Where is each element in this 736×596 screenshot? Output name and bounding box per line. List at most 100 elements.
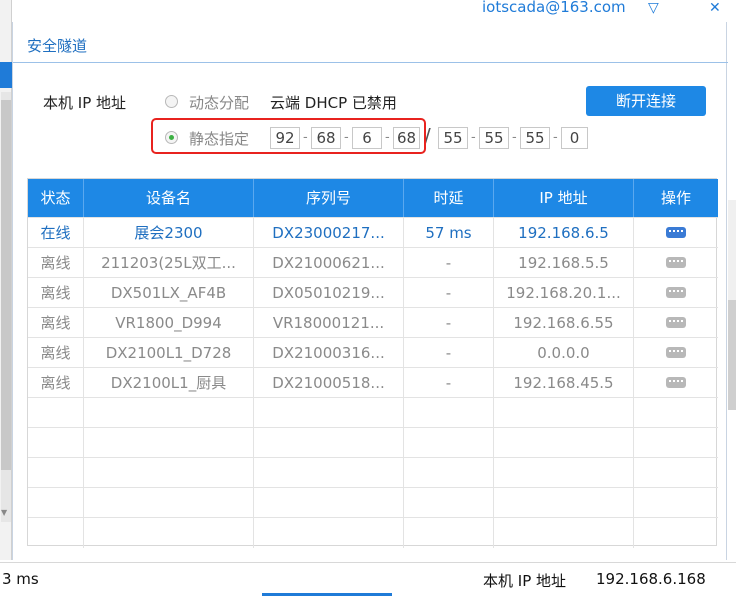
empty-row (28, 427, 718, 458)
empty-cell (254, 518, 404, 548)
row-action-cell (634, 278, 718, 308)
row-ip: 192.168.6.55 (494, 308, 634, 338)
row-serial: DX23000217... (254, 218, 404, 248)
title-divider (13, 62, 728, 63)
col-action[interactable]: 操作 (634, 179, 718, 217)
connect-port-icon[interactable] (666, 287, 686, 298)
mask-separator-dash: - (471, 130, 476, 145)
row-latency: 57 ms (404, 218, 494, 248)
empty-cell (28, 488, 84, 518)
background-tab (0, 62, 12, 88)
empty-cell (28, 518, 84, 548)
background-app-right (727, 0, 736, 560)
row-ip: 0.0.0.0 (494, 338, 634, 368)
row-latency: - (404, 368, 494, 398)
row-status: 离线 (28, 338, 84, 368)
row-latency: - (404, 278, 494, 308)
row-serial: DX21000621... (254, 248, 404, 278)
row-device-name: DX2100L1_D728 (84, 338, 254, 368)
connect-port-icon[interactable] (666, 377, 686, 388)
dhcp-status: 云端 DHCP 已禁用 (270, 94, 397, 112)
empty-cell (84, 488, 254, 518)
top-bar: iotscada@163.com ▽ ✕ (12, 0, 727, 22)
empty-row (28, 517, 718, 548)
row-status: 离线 (28, 308, 84, 338)
chevron-down-icon[interactable]: ▽ (648, 0, 659, 16)
row-action-cell (634, 308, 718, 338)
row-latency: - (404, 308, 494, 338)
dynamic-radio[interactable] (165, 95, 178, 108)
mask-octet-1[interactable]: 55 (438, 127, 468, 149)
row-ip: 192.168.45.5 (494, 368, 634, 398)
col-status[interactable]: 状态 (28, 179, 84, 217)
table-row[interactable]: 离线 DX2100L1_D728 DX21000316... - 0.0.0.0 (28, 337, 718, 368)
row-serial: DX05010219... (254, 278, 404, 308)
row-action-cell (634, 338, 718, 368)
empty-cell (404, 428, 494, 458)
row-device-name: DX501LX_AF4B (84, 278, 254, 308)
table-row[interactable]: 离线 VR1800_D994 VR18000121... - 192.168.6… (28, 307, 718, 338)
table-row[interactable]: 离线 DX501LX_AF4B DX05010219... - 192.168.… (28, 277, 718, 308)
connect-port-icon[interactable] (666, 257, 686, 268)
status-local-ip-label: 本机 IP 地址 (483, 572, 567, 590)
status-local-ip: 192.168.6.168 (596, 570, 706, 588)
table-header: 状态 设备名 序列号 时延 IP 地址 操作 (28, 179, 718, 217)
empty-cell (404, 398, 494, 428)
mask-separator-dash: - (553, 130, 558, 145)
empty-cell (494, 518, 634, 548)
empty-cell (254, 458, 404, 488)
empty-cell (254, 398, 404, 428)
empty-row (28, 457, 718, 488)
row-device-name: 展会2300 (84, 218, 254, 248)
empty-row (28, 397, 718, 428)
status-bar: 3 ms 本机 IP 地址 192.168.6.168 (0, 562, 736, 596)
row-status: 离线 (28, 278, 84, 308)
connect-port-icon[interactable] (666, 317, 686, 328)
row-ip: 192.168.6.5 (494, 218, 634, 248)
disconnect-button[interactable]: 断开连接 (586, 86, 706, 116)
mask-separator-dash: - (512, 130, 517, 145)
scroll-down-icon[interactable]: ▼ (1, 508, 7, 517)
secure-tunnel-dialog: 安全隧道 本机 IP 地址 动态分配 云端 DHCP 已禁用 断开连接 静态指定… (12, 22, 728, 560)
empty-cell (494, 488, 634, 518)
empty-cell (404, 458, 494, 488)
col-device-name[interactable]: 设备名 (84, 179, 254, 217)
row-action-cell (634, 248, 718, 278)
close-icon[interactable]: ✕ (709, 0, 721, 16)
right-scrollbar-thumb[interactable] (728, 300, 736, 410)
row-device-name: VR1800_D994 (84, 308, 254, 338)
empty-cell (494, 428, 634, 458)
col-latency[interactable]: 时延 (404, 179, 494, 217)
local-ip-label: 本机 IP 地址 (43, 94, 127, 112)
table-row[interactable]: 离线 211203(25L双工... DX21000621... - 192.1… (28, 247, 718, 278)
table-row[interactable]: 离线 DX2100L1_厨具 DX21000518... - 192.168.4… (28, 367, 718, 398)
mask-octet-4[interactable]: 0 (561, 127, 588, 149)
device-table: 状态 设备名 序列号 时延 IP 地址 操作 在线 展会2300 DX23000… (27, 178, 718, 548)
row-device-name: DX2100L1_厨具 (84, 368, 254, 398)
row-ip: 192.168.20.1... (494, 278, 634, 308)
empty-cell (84, 398, 254, 428)
table-row[interactable]: 在线 展会2300 DX23000217... 57 ms 192.168.6.… (28, 217, 718, 248)
row-status: 离线 (28, 368, 84, 398)
empty-cell (404, 518, 494, 548)
empty-row (28, 487, 718, 518)
empty-cell (28, 398, 84, 428)
row-device-name: 211203(25L双工... (84, 248, 254, 278)
row-action-cell (634, 368, 718, 398)
account-email[interactable]: iotscada@163.com (482, 0, 626, 16)
mask-octet-2[interactable]: 55 (479, 127, 509, 149)
col-serial[interactable]: 序列号 (254, 179, 404, 217)
row-serial: DX21000316... (254, 338, 404, 368)
col-ip[interactable]: IP 地址 (494, 179, 634, 217)
empty-cell (84, 428, 254, 458)
connect-port-icon[interactable] (666, 227, 686, 238)
background-app-left: ▼ (0, 0, 12, 560)
mask-octet-3[interactable]: 55 (520, 127, 550, 149)
row-status: 在线 (28, 218, 84, 248)
connect-port-icon[interactable] (666, 347, 686, 358)
row-latency: - (404, 248, 494, 278)
dynamic-label[interactable]: 动态分配 (189, 92, 249, 113)
row-serial: VR18000121... (254, 308, 404, 338)
dialog-title: 安全隧道 (27, 37, 88, 55)
left-scrollbar-thumb[interactable] (1, 100, 11, 470)
